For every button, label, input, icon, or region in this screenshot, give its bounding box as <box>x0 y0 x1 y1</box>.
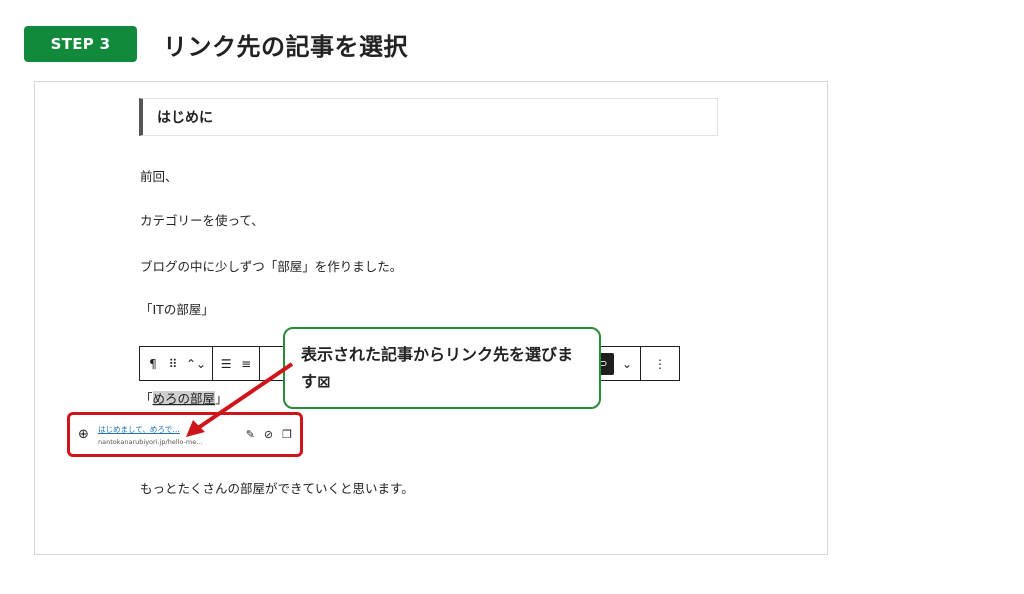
selected-link-text[interactable]: めろの部屋 <box>152 391 216 406</box>
paragraph-4[interactable]: 「ITの部屋」 <box>140 299 214 318</box>
edit-icon[interactable]: ✎ <box>246 428 255 441</box>
globe-icon: ⊕ <box>78 427 89 442</box>
paragraph-5-prefix: 「 <box>140 391 153 406</box>
paragraph-1[interactable]: 前回、 <box>140 166 178 185</box>
list-icon[interactable]: ≡ <box>239 357 253 371</box>
paragraph-6[interactable]: もっとたくさんの部屋ができていくと思います。 <box>140 478 414 497</box>
align-icon[interactable]: ☰ <box>219 357 233 371</box>
link-url: nantokanarubiyori.jp/hello-me… <box>98 437 203 446</box>
drag-handle-icon[interactable]: ⠿ <box>166 357 180 371</box>
link-popover: ⊕ はじめまして、めろで… nantokanarubiyori.jp/hello… <box>67 412 303 457</box>
paragraph-3[interactable]: ブログの中に少しずつ「部屋」を作りました。 <box>140 256 402 275</box>
paragraph-2[interactable]: カテゴリーを使って、 <box>140 210 264 229</box>
heading-block[interactable]: はじめに <box>139 98 718 136</box>
paragraph-icon[interactable]: ¶ <box>146 357 160 371</box>
step-title: リンク先の記事を選択 <box>163 33 408 61</box>
move-up-down-icon[interactable]: ⌃⌄ <box>186 357 206 371</box>
paragraph-5[interactable]: 「めろの部屋」 <box>140 388 228 407</box>
copy-icon[interactable]: ❐ <box>282 428 292 441</box>
heading-text: はじめに <box>157 110 213 126</box>
more-options-icon[interactable]: ⋮ <box>653 357 667 371</box>
callout-text: 表示された記事からリンク先を選びます⊠ <box>301 345 574 391</box>
unlink-icon[interactable]: ⊘ <box>264 428 273 441</box>
chevron-down-icon[interactable]: ⌄ <box>620 357 634 371</box>
paragraph-5-suffix: 」 <box>215 391 228 406</box>
step-badge: STEP 3 <box>24 26 137 62</box>
link-title[interactable]: はじめまして、めろで… <box>98 424 246 435</box>
instruction-callout: 表示された記事からリンク先を選びます⊠ <box>283 327 601 409</box>
